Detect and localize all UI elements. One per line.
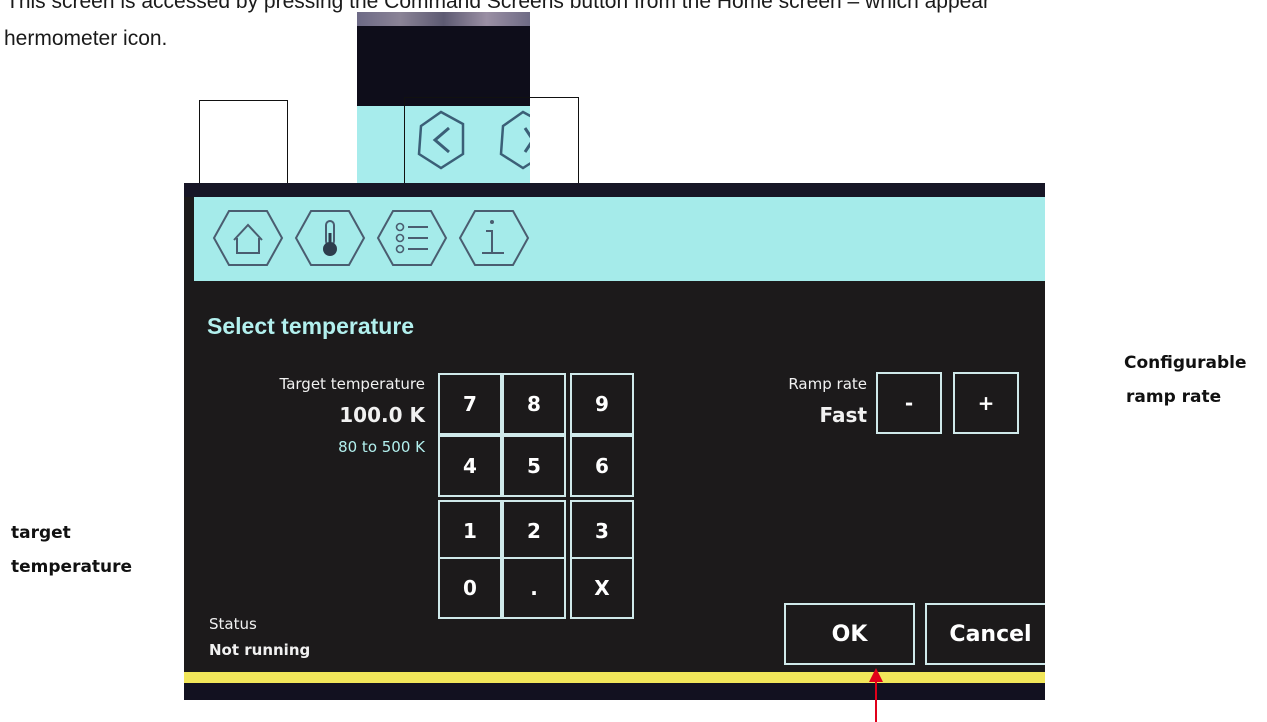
- ramp-annotation-line-1: Configurable: [1124, 353, 1247, 373]
- house-icon: [212, 210, 284, 266]
- intro-text-line-2: hermometer icon.: [4, 27, 168, 50]
- inset-dark-bezel: [357, 26, 530, 106]
- inset-photo-strip: [357, 12, 530, 26]
- keypad-0[interactable]: 0: [438, 557, 502, 619]
- ramp-rate-value: Fast: [819, 403, 867, 427]
- keypad-7[interactable]: 7: [438, 373, 502, 435]
- ramp-decrease-button[interactable]: -: [876, 372, 942, 434]
- screen-top-bezel: [184, 183, 1045, 197]
- thermometer-icon: [294, 210, 366, 266]
- keypad-decimal[interactable]: .: [502, 557, 566, 619]
- ramp-increase-button[interactable]: +: [953, 372, 1019, 434]
- device-screen: Select temperature Target temperature 10…: [184, 183, 1045, 700]
- page-title: Select temperature: [207, 313, 415, 339]
- keypad-1[interactable]: 1: [438, 500, 502, 562]
- list-icon: [376, 210, 448, 266]
- keypad-2[interactable]: 2: [502, 500, 566, 562]
- menu-button[interactable]: [374, 205, 450, 271]
- keypad-9[interactable]: 9: [570, 373, 634, 435]
- ramp-rate-label: Ramp rate: [788, 375, 867, 393]
- home-callout-box: [199, 100, 288, 188]
- keypad-3[interactable]: 3: [570, 500, 634, 562]
- screen-toolbar: [194, 197, 1045, 281]
- status-label: Status: [209, 615, 257, 633]
- ramp-annotation-line-2: ramp rate: [1126, 387, 1222, 407]
- target-temperature-label: Target temperature: [279, 375, 425, 393]
- command-screens-button[interactable]: [292, 205, 368, 271]
- ok-pointer-arrow: [869, 668, 883, 722]
- target-annotation-line-1: target: [11, 523, 71, 543]
- info-icon: [458, 210, 530, 266]
- keypad-5[interactable]: 5: [502, 435, 566, 497]
- keypad-6[interactable]: 6: [570, 435, 634, 497]
- intro-text-line-1: This screen is accessed by pressing the …: [6, 0, 990, 13]
- home-button[interactable]: [210, 205, 286, 271]
- status-value: Not running: [209, 641, 311, 659]
- target-temperature-value: 100.0 K: [339, 403, 425, 427]
- target-temperature-range: 80 to 500 K: [338, 438, 425, 456]
- keypad-4[interactable]: 4: [438, 435, 502, 497]
- cancel-button[interactable]: Cancel: [925, 603, 1045, 665]
- keypad-clear[interactable]: X: [570, 557, 634, 619]
- screen-bottom-bezel: [184, 683, 1045, 700]
- ok-button[interactable]: OK: [784, 603, 915, 665]
- navigation-callout-box: [404, 97, 579, 188]
- target-annotation-line-2: temperature: [11, 557, 133, 577]
- info-button[interactable]: [456, 205, 532, 271]
- status-bar: [184, 672, 1045, 683]
- keypad-8[interactable]: 8: [502, 373, 566, 435]
